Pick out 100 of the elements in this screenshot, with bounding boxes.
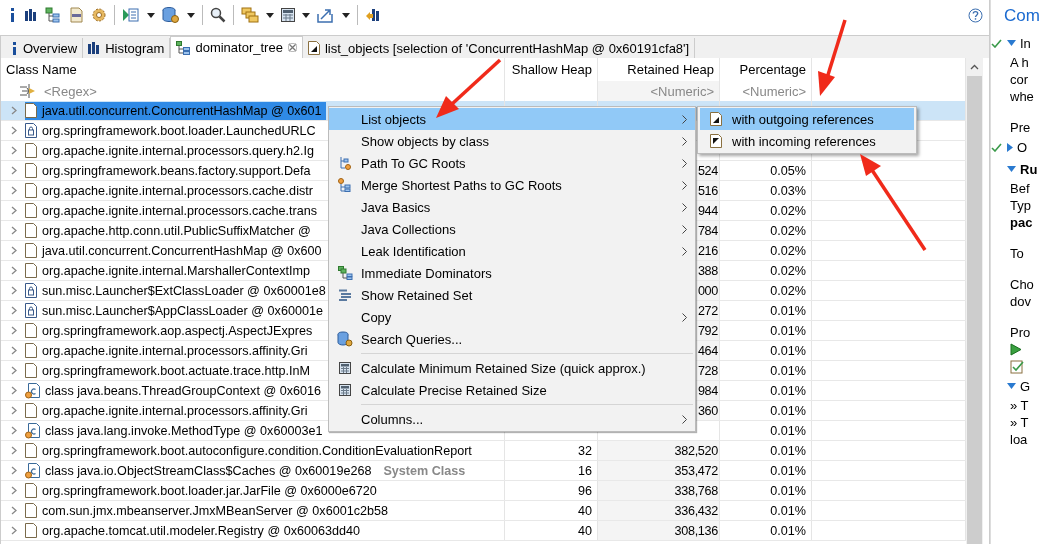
search-icon[interactable] (210, 7, 226, 23)
tree-item[interactable]: class java.beans.ThreadGroupContext @ 0x6016 (25, 381, 325, 400)
checkmark-icon (991, 38, 1002, 48)
panel-text: loa (1010, 432, 1028, 447)
tree-item[interactable]: com.sun.jmx.mbeanserver.JmxMBeanServer @ 0x6001c2b58 (25, 501, 392, 520)
retained-heap-value: 516 (697, 183, 718, 198)
menu-item[interactable]: Copy (329, 306, 695, 328)
tree-item[interactable]: org.springframework.boot.loader.LaunchedURLC (25, 121, 320, 140)
tree-item[interactable]: org.springframework.boot.loader.jar.JarFile @ 0x6000e6720 (25, 481, 381, 500)
retained-heap-value: 984 (697, 383, 718, 398)
column-header[interactable]: Shallow Heap (505, 58, 598, 81)
scroll-up-icon[interactable] (970, 64, 979, 70)
report-icon[interactable] (122, 7, 140, 23)
export-icon[interactable] (317, 7, 335, 23)
dropdown-caret-icon[interactable] (302, 12, 310, 18)
section-title[interactable]: O (1017, 139, 1028, 155)
task-check-icon[interactable] (1010, 359, 1024, 374)
menu-item[interactable]: Merge Shortest Paths to GC Roots (329, 174, 695, 196)
document-icon (25, 343, 37, 358)
tree-item[interactable]: org.apache.tomcat.util.modeler.Registry @ 0x60063dd40 (25, 521, 365, 540)
calculator-icon (339, 384, 351, 396)
menu-item[interactable]: Immediate Dominators (329, 262, 695, 284)
bar-chart-icon (88, 42, 101, 54)
column-header[interactable]: Class Name (1, 58, 505, 81)
retained-heap-value: 464 (697, 343, 718, 358)
menu-item[interactable]: Columns... (329, 408, 695, 430)
menu-item[interactable]: with incoming references (700, 130, 914, 152)
expand-triangle-icon[interactable] (1007, 383, 1016, 389)
calculator-icon[interactable] (281, 8, 295, 22)
database-icon[interactable] (162, 6, 180, 24)
expand-triangle-icon[interactable] (1007, 40, 1016, 46)
section-title[interactable]: Ru (1020, 161, 1038, 177)
chevron-right-icon (682, 114, 687, 124)
query-icon[interactable] (68, 7, 84, 23)
tree-item[interactable]: org.apache.ignite.internal.processors.affinity.Gri (25, 341, 312, 360)
gear-icon[interactable] (91, 7, 107, 23)
tree-item[interactable]: sun.misc.Launcher$AppClassLoader @ 0x60001e (25, 301, 327, 320)
tree-item[interactable]: class java.io.ObjectStreamClass$Caches @ 0x60019e268 (25, 461, 376, 480)
tree-item[interactable]: org.springframework.beans.factory.support.Defa (25, 161, 315, 180)
section-title[interactable]: In (1020, 35, 1031, 51)
class-icon (25, 382, 40, 399)
help-icon[interactable] (968, 7, 983, 23)
tree-item[interactable]: org.springframework.boot.autoconfigure.condition.ConditionEvaluationReport (25, 441, 476, 460)
info-icon (12, 41, 18, 55)
close-icon[interactable] (287, 43, 297, 52)
retained-heap-value: 336,432 (674, 503, 718, 518)
dropdown-caret-icon[interactable] (187, 12, 195, 18)
shallow-heap-value: 40 (578, 503, 592, 518)
column-header[interactable]: Percentage (720, 58, 812, 81)
menu-item[interactable]: Path To GC Roots (329, 152, 695, 174)
percentage-value: 0.01% (770, 503, 806, 518)
shallow-heap-value: 32 (578, 443, 592, 458)
info-icon[interactable] (9, 7, 17, 23)
retained-heap-value: 382,520 (674, 443, 718, 458)
menu-item[interactable]: Calculate Minimum Retained Size (quick approx.) (329, 357, 695, 379)
document-icon (710, 112, 722, 126)
section-title[interactable]: G (1020, 378, 1031, 394)
menu-item[interactable]: Show Retained Set (329, 284, 695, 306)
menu-item[interactable]: List objects (329, 108, 695, 130)
menu-item[interactable]: Show objects by class (329, 130, 695, 152)
lines-icon (338, 289, 352, 301)
tree-item[interactable]: org.apache.http.conn.util.PublicSuffixMatcher @ (25, 221, 315, 240)
tree-item[interactable]: org.apache.ignite.internal.MarshallerContextImp (25, 261, 315, 280)
tree-item[interactable]: org.apache.ignite.internal.processors.affinity.Gri (25, 401, 312, 420)
collapse-triangle-icon[interactable] (1007, 142, 1013, 152)
panel-title: Com (1003, 6, 1039, 27)
tree-item[interactable]: org.apache.ignite.internal.processors.cache.distr (25, 181, 317, 200)
retained-heap-value: 360 (697, 403, 718, 418)
layers-icon[interactable] (241, 7, 259, 23)
chevron-right-icon (682, 180, 687, 190)
tree-item[interactable]: org.springframework.boot.actuate.trace.http.InM (25, 361, 315, 380)
document-icon (25, 243, 37, 258)
tree-icon[interactable] (45, 7, 61, 23)
tree-item[interactable]: org.apache.ignite.internal.processors.query.h2.Ig (25, 141, 319, 160)
panel-text: » T (1010, 398, 1029, 413)
expand-triangle-icon[interactable] (1007, 166, 1016, 172)
editor-tab[interactable]: dominator_tree (170, 36, 303, 58)
play-icon[interactable] (1010, 343, 1022, 356)
dropdown-caret-icon[interactable] (342, 12, 350, 18)
dropdown-caret-icon[interactable] (266, 12, 274, 18)
menu-item[interactable]: with outgoing references (700, 108, 914, 130)
filter-field[interactable]: <Numeric> (742, 83, 806, 99)
percentage-value: 0.05% (770, 163, 806, 178)
bar-chart-icon[interactable] (24, 8, 38, 22)
chart-arrow-icon[interactable] (365, 7, 381, 23)
dropdown-caret-icon[interactable] (147, 12, 155, 18)
tree-item[interactable]: org.apache.ignite.internal.processors.cache.trans (25, 201, 322, 220)
tree-item[interactable]: java.util.concurrent.ConcurrentHashMap @ 0x601 (25, 101, 326, 120)
document-icon (25, 263, 37, 278)
tree-item[interactable]: java.util.concurrent.ConcurrentHashMap @ 0x600 (25, 241, 326, 260)
menu-item[interactable]: Leak Identification (329, 240, 695, 262)
tree-item[interactable]: org.springframework.aop.aspectj.AspectJExpres (25, 321, 317, 340)
menu-item[interactable]: Java Basics (329, 196, 695, 218)
path-tree-icon (338, 178, 352, 192)
filter-field[interactable]: <Regex> (44, 83, 97, 99)
panel-text: Pre (1010, 120, 1031, 135)
tree-item[interactable]: class java.lang.invoke.MethodType @ 0x60003e1 (25, 421, 327, 440)
tree-item[interactable]: sun.misc.Launcher$ExtClassLoader @ 0x60001e8 (25, 281, 330, 300)
menu-item[interactable]: Java Collections (329, 218, 695, 240)
scrollbar[interactable] (966, 58, 983, 544)
